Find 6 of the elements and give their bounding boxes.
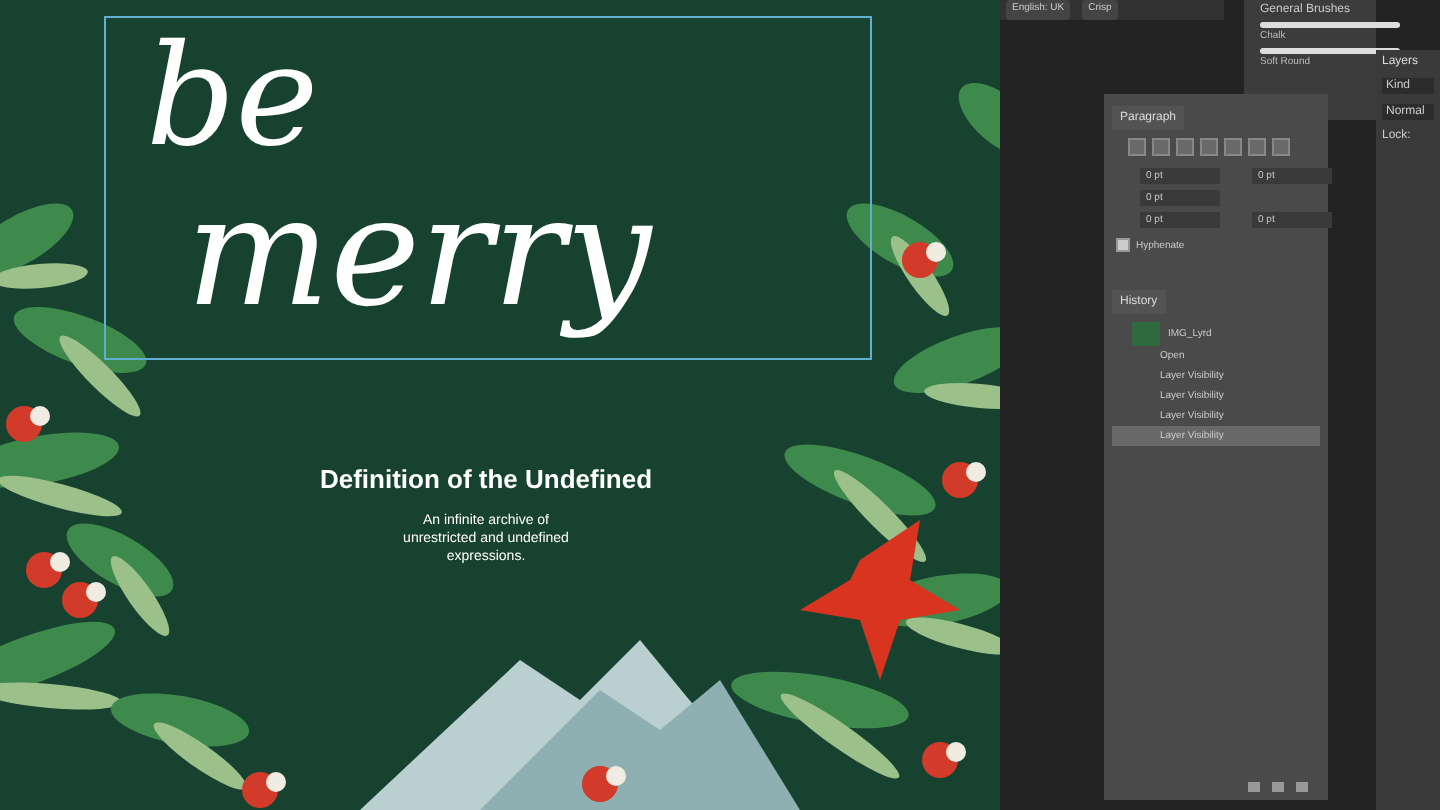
script-headline: be — [144, 18, 321, 174]
snapshot-thumbnail — [1132, 322, 1160, 346]
hyphenate-checkbox[interactable] — [1116, 238, 1130, 252]
brush-stroke-preview — [1260, 22, 1400, 28]
poster-title: Definition of the Undefined — [317, 464, 655, 494]
text-selection-box[interactable]: be merry — [104, 16, 872, 360]
